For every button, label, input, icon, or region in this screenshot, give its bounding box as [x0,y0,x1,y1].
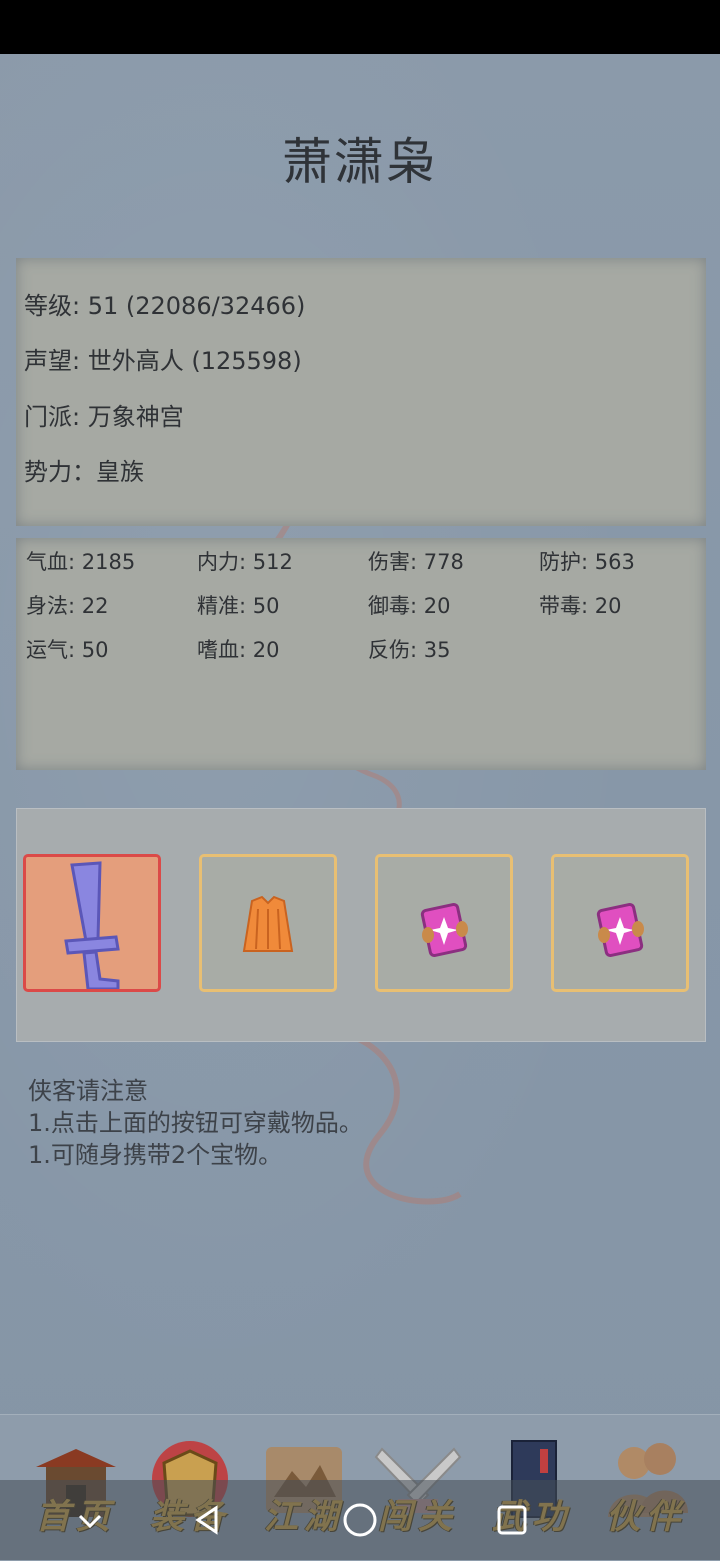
robe-icon [242,895,294,952]
notice-text: 侠客请注意 1.点击上面的按钮可穿戴物品。 1.可随身携带2个宝物。 [28,1075,363,1171]
equipment-slots-panel [16,808,706,1042]
recent-apps-icon[interactable] [490,1498,534,1542]
sword-icon [64,861,120,989]
status-bar [0,0,720,54]
level-text: 等级: 51 (22086/32466) [24,292,306,320]
stat-accuracy: 精准: 50 [197,594,280,618]
stat-inner-power: 内力: 512 [197,550,293,574]
armor-slot[interactable] [199,854,337,992]
sect-text: 门派: 万象神宫 [24,403,184,431]
treasure-box-icon [420,903,468,957]
notice-heading: 侠客请注意 [28,1077,148,1105]
stat-luck: 运气: 50 [26,638,109,662]
stat-hp: 气血: 2185 [26,550,136,574]
back-icon[interactable] [186,1498,230,1542]
character-info-panel: 等级: 51 (22086/32466) 声望: 世外高人 (125598) 门… [16,258,706,526]
prestige-text: 声望: 世外高人 (125598) [24,347,302,375]
stat-agility: 身法: 22 [26,594,109,618]
faction-text: 势力：皇族 [24,458,144,486]
character-name: 萧潇枭 [282,133,438,191]
home-circle-icon[interactable] [338,1498,382,1542]
stat-poison-resist: 御毒: 20 [368,594,451,618]
stat-poison: 带毒: 20 [539,594,622,618]
treasure-slot-1[interactable] [375,854,513,992]
attributes-panel: 气血: 2185 内力: 512 伤害: 778 防护: 563 身法: 22 … [16,538,706,770]
stat-defense: 防护: 563 [539,550,635,574]
stat-lifesteal: 嗜血: 20 [197,638,280,662]
treasure-box-icon [596,903,644,957]
chevron-down-icon[interactable] [68,1498,112,1542]
notice-line-2: 1.可随身携带2个宝物。 [28,1141,283,1169]
system-navigation-bar [0,1480,720,1560]
treasure-slot-2[interactable] [551,854,689,992]
stat-reflect: 反伤: 35 [368,638,451,662]
notice-line-1: 1.点击上面的按钮可穿戴物品。 [28,1109,363,1137]
stat-damage: 伤害: 778 [368,550,464,574]
weapon-slot[interactable] [23,854,161,992]
